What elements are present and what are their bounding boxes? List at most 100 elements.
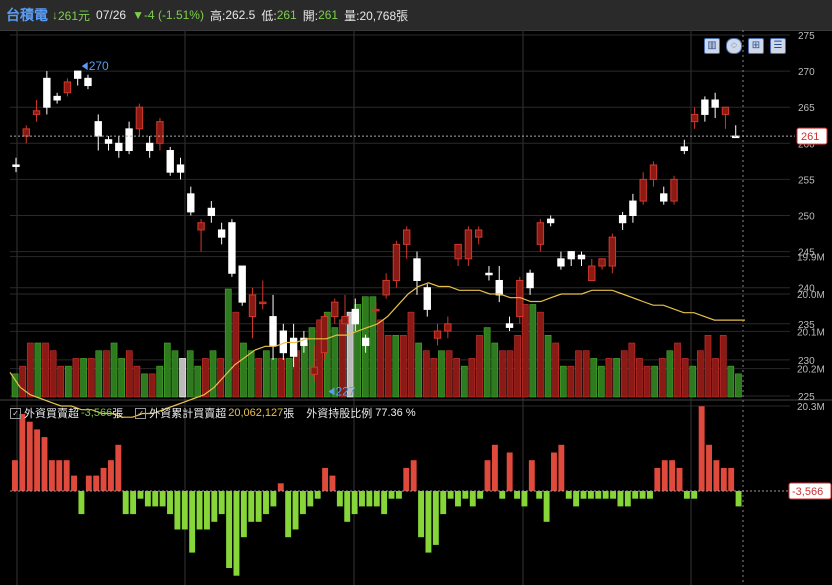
indicator-legend: ✓ 外資買賣超 -3,566 張 ✓ 外資累計買賣超 20,062,127 張 … <box>10 405 428 421</box>
settings-icon[interactable]: ◌ <box>726 38 742 54</box>
volume-bar <box>247 350 255 398</box>
foreign-net-bar <box>19 414 26 491</box>
volume-value: 20,768張 <box>359 8 409 23</box>
foreign-net-bar <box>587 491 594 499</box>
volume-bar <box>506 350 514 398</box>
candle-body <box>536 222 545 245</box>
candle-body <box>84 77 92 87</box>
volume-bar <box>57 365 65 398</box>
checkbox-icon[interactable]: ✓ <box>10 407 21 419</box>
foreign-net-bar <box>307 491 314 507</box>
candle-body <box>474 229 483 238</box>
foreign-net-bar <box>455 491 461 507</box>
volume-bar <box>118 358 125 398</box>
candle-body <box>403 229 411 245</box>
volume-bar <box>628 342 636 398</box>
candle-body <box>444 323 452 332</box>
foreign-net-bar <box>211 491 218 522</box>
volume-bar <box>278 358 285 398</box>
volume-bar <box>544 334 552 398</box>
candle-body <box>135 106 144 130</box>
foreign-net-bar <box>122 491 129 515</box>
volume-bar <box>422 350 430 398</box>
volume-bar <box>552 342 560 398</box>
save-icon[interactable]: ▥ <box>704 38 720 54</box>
foreign-net-bar <box>617 491 624 507</box>
volume-bar <box>681 358 689 398</box>
checkbox-icon[interactable]: ✓ <box>135 407 147 419</box>
foreign-net-bar <box>336 491 343 507</box>
candle-body <box>289 337 298 357</box>
foreign-net-bar <box>329 475 336 491</box>
candle-body <box>12 164 20 167</box>
foreign-net-bar <box>403 467 410 491</box>
volume-bar <box>110 342 118 398</box>
volume-bar <box>719 334 727 398</box>
net-buy-toggle[interactable]: ✓ 外資買賣超 -3,566 張 <box>10 405 123 421</box>
foreign-net-bar <box>181 491 188 530</box>
candle-body <box>680 146 688 152</box>
foreign-net-bar <box>107 460 114 491</box>
volume-bar <box>620 350 628 398</box>
volume-bar <box>156 365 164 398</box>
foreign-tick-label: 20.0M <box>797 290 825 301</box>
candle-body <box>711 99 719 108</box>
foreign-net-bar <box>528 460 535 491</box>
foreign-net-bar <box>469 491 476 507</box>
candle-body <box>557 258 565 267</box>
net-buy-label: 外資買賣超 <box>24 408 79 420</box>
candle-body <box>310 366 318 375</box>
candle-body <box>701 99 709 115</box>
stock-chart[interactable]: 225230235240245250255260265270275261 20.… <box>0 30 832 585</box>
candle-body <box>43 77 51 108</box>
foreign-net-bar <box>698 406 705 491</box>
candle-body <box>423 287 431 310</box>
foreign-net-bar <box>610 491 616 499</box>
foreign-net-bar <box>551 452 557 491</box>
zoom-icon[interactable]: ⊞ <box>748 38 764 54</box>
candle-body <box>74 70 82 79</box>
volume-bar <box>727 365 735 398</box>
adjust-icon[interactable]: ☰ <box>770 38 786 54</box>
candle-body <box>197 222 205 231</box>
volume-bar <box>697 350 704 398</box>
volume-bar <box>400 334 407 398</box>
volume-bar <box>537 311 544 398</box>
volume-bar <box>19 365 27 398</box>
foreign-net-bar <box>63 460 70 491</box>
foreign-net-bar <box>359 491 365 507</box>
foreign-net-bar <box>654 467 661 491</box>
foreign-net-bar <box>152 491 159 507</box>
candle-body <box>228 222 236 274</box>
foreign-net-bar <box>565 491 572 499</box>
foreign-net-bar <box>536 491 543 499</box>
candle-body <box>567 251 575 260</box>
foreign-net-bar <box>203 491 210 530</box>
volume-bar <box>674 342 681 398</box>
candle-body <box>495 279 503 296</box>
high-value: 262.5 <box>225 8 256 22</box>
candle-body <box>166 150 174 173</box>
volume-bar <box>285 358 293 398</box>
foreign-net-bar <box>706 444 712 491</box>
volume-bar <box>658 358 666 398</box>
min-price-marker-label: 227 <box>335 385 355 399</box>
foreign-net-bar <box>558 444 565 491</box>
foreign-net-bar <box>314 491 321 499</box>
cum-toggle[interactable]: ✓ 外資累計買賣超 20,062,127 張 <box>135 405 294 421</box>
foreign-net-bar <box>292 491 299 530</box>
foreign-net-bar <box>299 491 306 515</box>
foreign-net-bar <box>595 491 602 499</box>
volume-bar <box>232 311 240 398</box>
foreign-net-bar <box>144 491 151 507</box>
cum-value: 20,062,127 <box>228 407 284 419</box>
foreign-net-bar <box>48 460 55 491</box>
foreign-net-bar <box>41 437 48 491</box>
foreign-net-bar <box>78 491 85 515</box>
foreign-net-bar <box>56 460 63 491</box>
volume-bar <box>202 358 209 398</box>
volume-bar <box>689 365 697 398</box>
foreign-net-bar <box>447 491 454 499</box>
price-tick-label: 255 <box>798 175 815 186</box>
stock-name[interactable]: 台積電 <box>6 5 48 25</box>
